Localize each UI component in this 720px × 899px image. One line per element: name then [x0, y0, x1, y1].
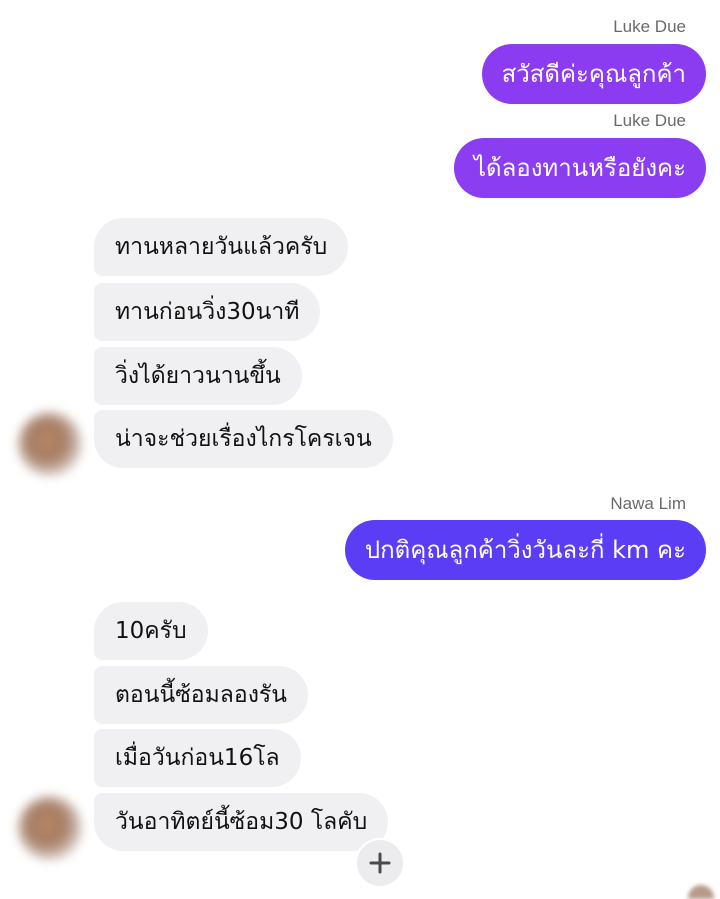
- incoming-message[interactable]: น่าจะช่วยเรื่องไกรโครเจน: [94, 410, 393, 468]
- outgoing-message[interactable]: สวัสดีค่ะคุณลูกค้า: [481, 44, 706, 104]
- incoming-message[interactable]: 10ครับ: [94, 602, 208, 660]
- contact-avatar[interactable]: [18, 412, 82, 476]
- outgoing-message[interactable]: ปกติคุณลูกค้าวิ่งวันละกี่ km คะ: [344, 520, 706, 580]
- contact-avatar[interactable]: [18, 796, 82, 860]
- incoming-message[interactable]: วันอาทิตย์นี้ซ้อม30 โลคับ: [94, 793, 389, 851]
- incoming-message[interactable]: ตอนนี้ซ้อมลองรัน: [94, 666, 308, 724]
- sender-name-nawa: Nawa Lim: [610, 494, 686, 513]
- sender-name-luke: Luke Due: [613, 111, 686, 130]
- add-reaction-button[interactable]: [355, 838, 405, 888]
- incoming-message[interactable]: ทานหลายวันแล้วครับ: [94, 218, 349, 276]
- partial-avatar: [688, 885, 714, 899]
- sender-name-luke: Luke Due: [613, 17, 686, 36]
- outgoing-message[interactable]: ได้ลองทานหรือยังคะ: [453, 138, 706, 198]
- incoming-message[interactable]: วิ่งได้ยาวนานขึ้น: [94, 347, 302, 405]
- incoming-message[interactable]: เมื่อวันก่อน16โล: [94, 729, 301, 787]
- plus-icon: [369, 852, 391, 874]
- incoming-message[interactable]: ทานก่อนวิ่ง30นาที: [94, 283, 321, 341]
